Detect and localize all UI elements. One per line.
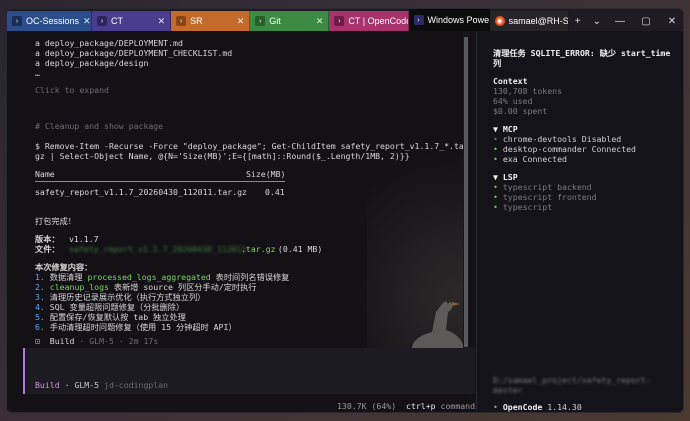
lsp-item: • typescript backend <box>493 182 592 192</box>
status-dot-icon: • <box>493 154 498 164</box>
build-marker-icon: ⊡ <box>35 336 40 346</box>
app-footer: • OpenCode 1.14.30 <box>493 402 582 412</box>
window-close-button[interactable]: ✕ <box>659 16 683 27</box>
tab-bar: › OC-Sessions ✕ › CT ✕ › SR ✕ › Git ✕ › … <box>7 9 683 31</box>
input-status: Build · GLM-5 jd-codingplan <box>35 380 169 390</box>
status-dot-icon: • <box>493 144 498 154</box>
close-icon[interactable]: ✕ <box>79 16 91 27</box>
build-info: ⊡ Build · GLM-5 · 2m 17s <box>35 336 159 346</box>
version-label: 版本： <box>35 234 60 244</box>
output-line: a deploy_package/design <box>35 58 149 68</box>
command-line: $ Remove-Item -Recurse -Force "deploy_pa… <box>35 141 469 151</box>
tab-label: CT <box>111 16 124 26</box>
lsp-heading[interactable]: ▼ LSP <box>493 172 518 182</box>
mcp-item: • exa Connected <box>493 154 567 164</box>
terminal-icon: › <box>12 16 22 26</box>
session-title: 清理任务 SQLITE_ERROR: 缺少 start_time <box>493 48 671 58</box>
version-value: v1.1.7 <box>69 234 99 244</box>
tab-label: CT | OpenCode <box>348 16 409 26</box>
terminal-icon: › <box>97 16 108 26</box>
table-header-size: Size(MB) <box>246 169 286 179</box>
maximize-button[interactable]: ▢ <box>633 16 659 27</box>
tab-label: SR <box>190 16 203 26</box>
commands-hint: commands <box>440 401 480 411</box>
file-name-blurred: safety_report_v1.1.7_20260430_112011 <box>69 244 247 254</box>
tab-sr[interactable]: › SR ✕ <box>171 11 251 31</box>
table-header-name: Name <box>35 169 55 179</box>
tab-windows-powershell[interactable]: › Windows PowerS ✕ <box>408 9 490 31</box>
mcp-item: • chrome-devtools Disabled <box>493 134 622 144</box>
file-size: (0.41 MB) <box>273 244 323 254</box>
fix-item: 1. 数据清理 processed_logs_aggregated 表时间列名错… <box>35 272 290 282</box>
tab-label: samael@RH-Samu <box>508 16 569 26</box>
fix-item: 4. SQL 变量超限问题修复（分批删除） <box>35 302 185 312</box>
context-tokens: 130,708 tokens <box>493 86 563 96</box>
session-sidebar: 清理任务 SQLITE_ERROR: 缺少 start_time 列 Conte… <box>476 31 683 412</box>
ubuntu-icon: ◉ <box>494 16 505 26</box>
output-line: a deploy_package/DEPLOYMENT_CHECKLIST.md <box>35 48 233 58</box>
tab-label: OC-Sessions <box>26 16 80 26</box>
click-to-expand-link[interactable]: Click to expand <box>35 85 109 95</box>
status-dot-icon: • <box>493 134 498 144</box>
context-used: 64% used <box>493 96 533 106</box>
output-line: … <box>35 68 40 78</box>
tab-ct[interactable]: › CT ✕ <box>92 11 172 31</box>
new-tab-button[interactable]: + <box>569 16 587 27</box>
close-icon[interactable]: ✕ <box>154 16 166 27</box>
tab-oc-sessions[interactable]: › OC-Sessions ✕ <box>7 11 93 31</box>
minimize-button[interactable]: — <box>607 16 633 27</box>
fix-item: 2. cleanup_logs 表新增 source 列区分手动/定时执行 <box>35 282 257 292</box>
output-line: a deploy_package/DEPLOYMENT.md <box>35 38 183 48</box>
scrollbar-thumb[interactable] <box>464 37 468 347</box>
shortcut-key: ctrl+p <box>406 401 436 411</box>
tab-dropdown-button[interactable]: ⌄ <box>587 16 607 27</box>
terminal-window: › OC-Sessions ✕ › CT ✕ › SR ✕ › Git ✕ › … <box>6 8 684 413</box>
session-title-cont: 列 <box>493 58 502 68</box>
bottom-status-bar: 130.7K (64%) ctrl+p commands <box>337 401 480 411</box>
fix-item: 5. 配置保存/恢复默认按 tab 独立处理 <box>35 312 186 322</box>
fix-item: 3. 清理历史记录展示优化（执行方式独立列） <box>35 292 206 302</box>
file-label: 文件： <box>35 244 60 254</box>
tab-ct-opencode[interactable]: › CT | OpenCode ✕ <box>329 11 409 31</box>
fixes-title: 本次修复内容： <box>35 262 93 272</box>
pack-done-text: 打包完成！ <box>35 216 76 226</box>
file-ext: .tar.gz <box>241 244 276 254</box>
terminal-icon: › <box>255 16 266 26</box>
powershell-icon: › <box>413 15 424 25</box>
command-line: gz | Select-Object Name, @{N='Size(MB)';… <box>35 151 410 161</box>
token-usage: 130.7K (64%) <box>337 401 397 411</box>
context-heading: Context <box>493 76 528 86</box>
tab-label: Windows PowerS <box>427 15 490 25</box>
terminal-icon: › <box>176 16 187 26</box>
tab-label: Git <box>269 16 281 26</box>
context-spent: $0.00 spent <box>493 106 548 116</box>
comment-line: # Cleanup and show package <box>35 121 164 131</box>
table-cell-size: 0.41 <box>265 187 285 197</box>
close-icon[interactable]: ✕ <box>312 16 324 27</box>
terminal-icon: › <box>334 16 345 26</box>
mcp-heading[interactable]: ▼ MCP <box>493 124 518 134</box>
lsp-item: • typescript frontend <box>493 192 597 202</box>
table-divider <box>35 181 285 182</box>
project-path-blurred: master <box>493 385 523 395</box>
mcp-item: • desktop-commander Connected <box>493 144 636 154</box>
fix-item: 6. 手动清理超时问题修复（使用 15 分钟超时 API） <box>35 322 237 332</box>
tab-git[interactable]: › Git ✕ <box>250 11 330 31</box>
project-path-blurred: D:/samael_project/safety_report- <box>493 375 651 385</box>
table-cell-name: safety_report_v1.1.7_20260430_112011.tar… <box>35 187 247 197</box>
lsp-item: • typescript <box>493 202 553 212</box>
close-icon[interactable]: ✕ <box>233 16 245 27</box>
tab-samael[interactable]: ◉ samael@RH-Samu ✕ <box>489 11 569 31</box>
